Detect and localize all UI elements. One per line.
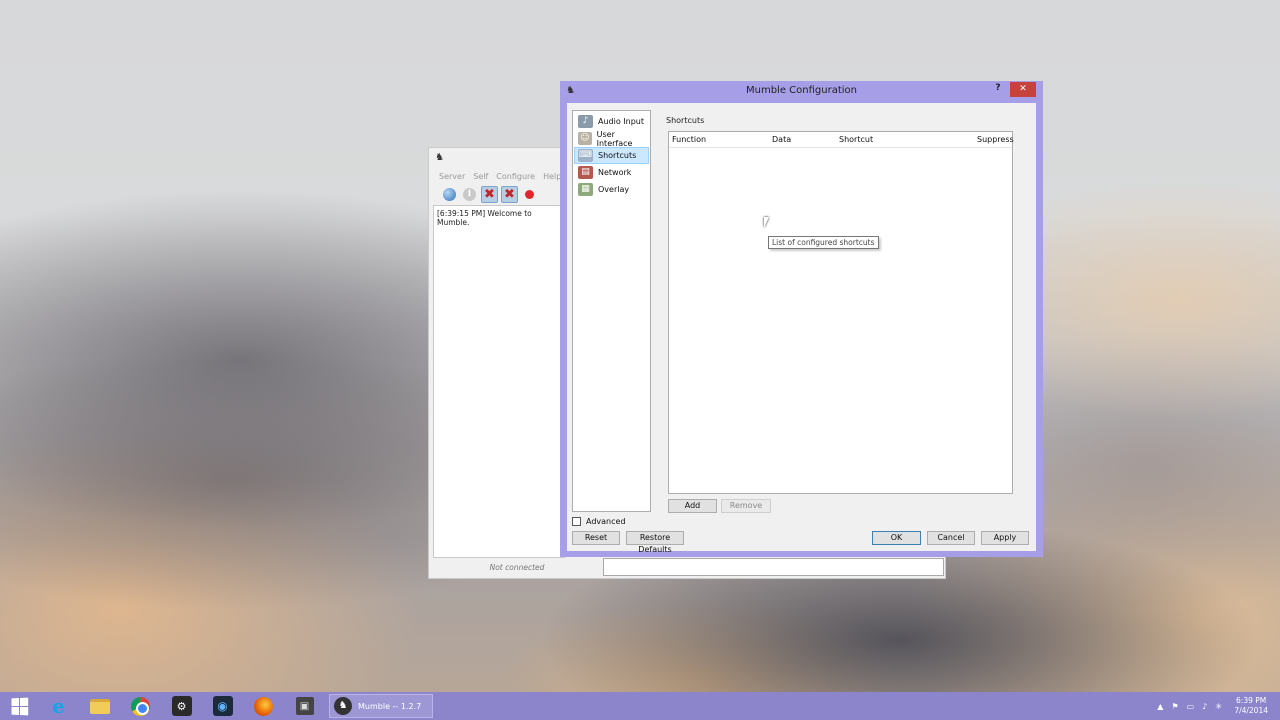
category-network[interactable]: ▤ Network (574, 164, 649, 181)
app-icon: ◉ (212, 696, 233, 716)
shortcuts-tooltip: List of configured shortcuts (768, 236, 879, 249)
add-button[interactable]: Add (668, 499, 717, 513)
menu-configure[interactable]: Configure (492, 172, 539, 181)
category-audio-input[interactable]: ♪ Audio Input (574, 113, 649, 130)
mumble-logo-icon: ♞ (334, 697, 352, 715)
category-list[interactable]: ♪ Audio Input ☺ User Interface ⌨ Shortcu… (572, 110, 651, 512)
globe-icon (443, 187, 456, 201)
network-icon: ▤ (578, 166, 593, 179)
windows-logo-icon (11, 697, 28, 715)
category-label: Shortcuts (598, 151, 637, 160)
menu-self[interactable]: Self (469, 172, 492, 181)
column-function[interactable]: Function (672, 135, 706, 144)
shortcuts-section-label: Shortcuts (666, 116, 705, 125)
microphone-icon: ♪ (578, 115, 593, 128)
column-shortcut[interactable]: Shortcut (839, 135, 873, 144)
apply-button[interactable]: Apply (981, 531, 1029, 545)
info-button[interactable]: i (461, 186, 478, 203)
category-overlay[interactable]: ▦ Overlay (574, 181, 649, 198)
table-header: Function Data Shortcut Suppress (669, 132, 1014, 148)
window-app-icon: ▣ (295, 697, 314, 715)
mumble-task-label: Mumble -- 1.2.7 (358, 701, 422, 711)
deafened-speaker-icon: ✖ (504, 186, 515, 202)
reset-button[interactable]: Reset (572, 531, 620, 545)
category-user-interface[interactable]: ☺ User Interface (574, 129, 649, 148)
column-data[interactable]: Data (772, 135, 791, 144)
clock-date: 7/4/2014 (1234, 706, 1268, 715)
network-status-icon[interactable]: ⚑ (1171, 702, 1178, 711)
steam-icon: ⚙ (171, 696, 192, 716)
system-tray: ▲ ⚑ ▭ ♪ ✳ (1157, 692, 1222, 720)
mumble-logo-icon: ♞ (435, 151, 444, 163)
pinned-app-window[interactable]: ▣ (284, 692, 325, 720)
overlay-icon: ▦ (578, 183, 593, 196)
chrome-icon (131, 696, 150, 716)
pinned-internet-explorer[interactable]: e (38, 692, 79, 720)
dialog-title: Mumble Configuration (746, 85, 857, 96)
pinned-chrome[interactable] (120, 692, 161, 720)
advanced-label: Advanced (586, 517, 626, 526)
start-button[interactable] (0, 692, 38, 720)
menu-server[interactable]: Server (435, 172, 469, 181)
category-label: Network (598, 168, 632, 177)
help-button[interactable]: ? (992, 83, 1004, 97)
remove-button[interactable]: Remove (721, 499, 771, 513)
volume-icon[interactable]: ♪ (1202, 702, 1207, 711)
chat-log[interactable]: [6:39:15 PM] Welcome to Mumble. (433, 205, 565, 558)
dialog-body: ♪ Audio Input ☺ User Interface ⌨ Shortcu… (567, 103, 1036, 554)
display-icon[interactable]: ▭ (1187, 702, 1195, 711)
category-label: Overlay (598, 185, 630, 194)
mute-self-button[interactable]: ✖ (481, 185, 498, 203)
configuration-dialog: ♞ Mumble Configuration ? ✕ ♪ Audio Input… (560, 81, 1043, 557)
internet-explorer-icon: e (52, 694, 65, 718)
clock[interactable]: 6:39 PM 7/4/2014 (1234, 696, 1268, 716)
close-button[interactable]: ✕ (1010, 82, 1036, 97)
category-label: Audio Input (598, 117, 644, 126)
pinned-steam[interactable]: ⚙ (161, 692, 202, 720)
firefox-icon (254, 696, 273, 716)
app-tray-icon[interactable]: ✳ (1215, 702, 1222, 711)
user-interface-icon: ☺ (578, 132, 592, 145)
pinned-app[interactable]: ◉ (202, 692, 243, 720)
category-label: User Interface (596, 129, 633, 148)
pinned-file-explorer[interactable] (79, 692, 120, 720)
folder-icon (89, 698, 110, 714)
log-message: [6:39:15 PM] Welcome to Mumble. (437, 209, 532, 227)
clock-time: 6:39 PM (1236, 696, 1267, 705)
record-icon (525, 189, 534, 199)
mouse-cursor-icon (764, 217, 769, 228)
ok-button[interactable]: OK (872, 531, 921, 545)
taskbar: e ⚙ ◉ ▣ ♞ Mumble -- 1.2.7 ▲ ⚑ ▭ ♪ ✳ 6:39… (0, 692, 1280, 720)
advanced-checkbox[interactable] (572, 517, 581, 526)
mumble-taskbar-button[interactable]: ♞ Mumble -- 1.2.7 (329, 694, 433, 718)
shortcuts-table[interactable]: Function Data Shortcut Suppress (668, 131, 1014, 494)
connection-status: Not connected (489, 563, 545, 572)
chat-input[interactable] (603, 558, 944, 576)
advanced-toggle[interactable]: Advanced (572, 517, 626, 526)
show-hidden-icons-icon[interactable]: ▲ (1157, 702, 1163, 711)
cancel-button[interactable]: Cancel (927, 531, 975, 545)
pinned-firefox[interactable] (243, 692, 284, 720)
category-shortcuts[interactable]: ⌨ Shortcuts (574, 147, 649, 164)
record-button[interactable] (521, 186, 538, 203)
column-suppress[interactable]: Suppress (977, 135, 1014, 144)
restore-defaults-button[interactable]: Restore Defaults (626, 531, 684, 554)
connect-button[interactable] (441, 186, 458, 203)
shortcuts-icon: ⌨ (578, 149, 593, 162)
info-icon: i (463, 187, 476, 201)
dialog-titlebar[interactable]: ♞ Mumble Configuration ? ✕ (560, 81, 1043, 102)
muted-microphone-icon: ✖ (484, 186, 495, 202)
deafen-self-button[interactable]: ✖ (501, 185, 518, 203)
